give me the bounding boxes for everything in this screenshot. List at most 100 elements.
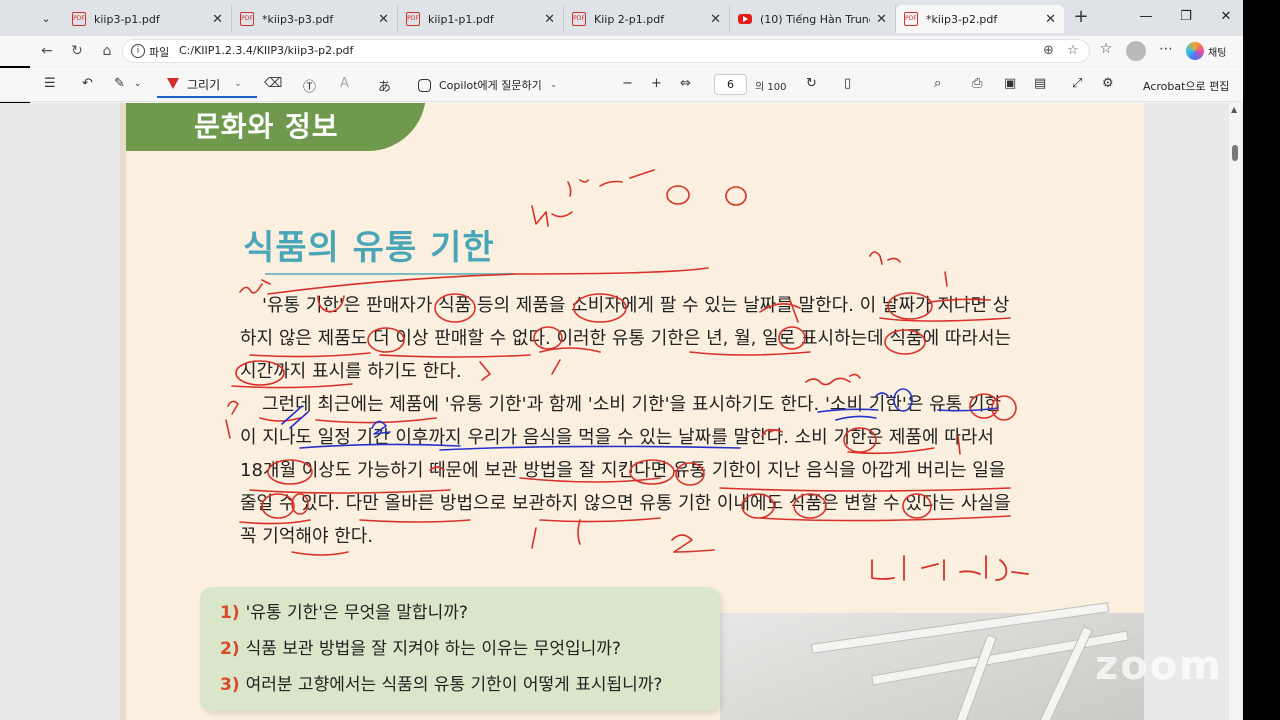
window-close-icon[interactable]: ✕	[1206, 0, 1246, 34]
paragraph-1-text: '유통 기한'은 판매자가 식품 등의 제품을 소비자에게 팔 수 있는 날짜를…	[240, 295, 1012, 382]
read-aloud-icon[interactable]: あ	[378, 76, 391, 95]
pdf-icon: PDF	[406, 12, 420, 26]
pen-icon	[167, 78, 179, 90]
scheme-label: 파일	[149, 46, 170, 59]
rotate-icon[interactable]: ↻	[806, 76, 817, 91]
tab-kiip3-p2-active[interactable]: PDF *kiip3-p2.pdf ✕	[896, 5, 1064, 33]
photo-background	[720, 602, 1144, 720]
scrollbar-thumb[interactable]	[1232, 145, 1238, 161]
save-icon[interactable]: ▣	[1004, 76, 1016, 91]
favorites-list-icon[interactable]: ☆	[1096, 41, 1116, 57]
question-item: 2) 식품 보관 방법을 잘 지켜야 하는 이유는 무엇입니까?	[220, 631, 700, 667]
section-banner: 문화와 정보	[126, 103, 426, 151]
close-icon[interactable]: ✕	[544, 12, 555, 27]
zoom-magnifier-icon[interactable]: ⊕	[1043, 43, 1054, 58]
zoom-watermark: zoom	[1095, 643, 1223, 689]
close-icon[interactable]: ✕	[710, 12, 721, 27]
question-item: 3) 여러분 고향에서는 식품의 유통 기한이 어떻게 표시됩니까?	[220, 667, 700, 703]
fit-width-icon[interactable]: ⇔	[680, 76, 691, 91]
page-view-icon[interactable]: ▯	[844, 76, 851, 91]
question-item: 1) '유통 기한'은 무엇을 말합니까?	[220, 595, 700, 631]
question-text: 여러분 고향에서는 식품의 유통 기한이 어떻게 표시됩니까?	[245, 675, 663, 695]
favorite-star-icon[interactable]: ☆	[1067, 43, 1079, 58]
pdf-icon: PDF	[904, 12, 918, 26]
paragraph-2: 그런데 최근에는 제품에 '유통 기한'과 함께 '소비 기한'을 표시하기도 …	[240, 388, 1016, 553]
contents-list-icon[interactable]: ☰	[44, 76, 56, 91]
pdf-icon: PDF	[72, 12, 86, 26]
chat-label: 채팅	[1208, 47, 1227, 59]
ceiling-beam	[1037, 626, 1093, 720]
close-icon[interactable]: ✕	[876, 12, 887, 27]
ask-copilot-button[interactable]: Copilot에게 질문하기 ⌄	[418, 77, 557, 93]
zoom-out-icon[interactable]: −	[622, 76, 633, 91]
text-box-icon[interactable]: Ⓣ	[303, 76, 316, 95]
zoom-in-icon[interactable]: +	[651, 76, 662, 91]
copilot-icon	[1186, 42, 1204, 60]
eraser-icon[interactable]: ⌫	[264, 76, 282, 91]
search-icon[interactable]: ⌕	[934, 76, 941, 91]
paragraph-2-text: 그런데 최근에는 제품에 '유통 기한'과 함께 '소비 기한'을 표시하기도 …	[240, 394, 1011, 547]
new-tab-plus-icon[interactable]: +	[1070, 6, 1092, 28]
tab-kiip2-p1[interactable]: PDF Kiip 2-p1.pdf ✕	[564, 5, 730, 33]
draw-button[interactable]: 그리기 ⌄	[157, 72, 257, 98]
save-as-icon[interactable]: ▤	[1034, 76, 1046, 91]
close-icon[interactable]: ✕	[1045, 12, 1056, 27]
fullscreen-icon[interactable]: ⤢	[1072, 76, 1082, 91]
home-icon[interactable]: ⌂	[96, 41, 118, 61]
print-icon[interactable]: ⎙	[972, 76, 982, 91]
question-text: 식품 보관 방법을 잘 지켜야 하는 이유는 무엇입니까?	[245, 639, 621, 659]
banner-title: 문화와 정보	[194, 110, 339, 143]
more-menu-icon[interactable]: ⋯	[1156, 41, 1176, 57]
scroll-up-arrow-icon[interactable]: ▲	[1231, 105, 1237, 114]
back-arrow-icon[interactable]: ←	[36, 41, 58, 61]
tab-youtube[interactable]: (10) Tiếng Hàn Trung Cấp ✕	[730, 5, 896, 33]
chevron-down-icon: ⌄	[549, 80, 558, 90]
address-input[interactable]: i 파일 C:/KIIP1.2.3.4/KIIP3/kiip3-p2.pdf ⊕…	[122, 39, 1090, 63]
pdf-icon: PDF	[572, 12, 586, 26]
heading-underline	[265, 273, 515, 275]
chevron-down-icon[interactable]: ⌄	[234, 79, 242, 89]
article-heading: 식품의 유통 기한	[243, 228, 495, 268]
minimize-icon[interactable]: —	[1126, 0, 1166, 34]
discussion-questions-box: 1) '유통 기한'은 무엇을 말합니까? 2) 식품 보관 방법을 잘 지켜야 하…	[200, 587, 720, 711]
reload-icon[interactable]: ↻	[66, 41, 88, 61]
undo-icon[interactable]: ↶	[82, 76, 93, 91]
browser-tab-bar: ⌄ PDF kiip3-p1.pdf ✕ PDF *kiip3-p3.pdf ✕…	[0, 0, 1280, 36]
copilot-outline-icon	[418, 78, 431, 92]
pdf-viewer[interactable]: 문화와 정보 식품의 유통 기한 '유통 기한'은 판매자가 식품 등의 제품을…	[0, 103, 1280, 720]
tab-label: Kiip 2-p1.pdf	[594, 12, 665, 26]
draw-label: 그리기	[187, 77, 221, 92]
highlight-chevron-icon[interactable]: ⌄	[134, 79, 142, 89]
pdf-toolbar: ☰ ↶ ✎ ⌄ 그리기 ⌄ ⌫ Ⓣ A あ Copilot에게 질문하기 ⌄ −…	[0, 68, 1280, 102]
question-number: 3)	[220, 675, 240, 695]
pdf-icon: PDF	[240, 12, 254, 26]
tab-label: kiip3-p1.pdf	[94, 12, 160, 26]
vertical-scrollbar[interactable]: ▲	[1229, 103, 1241, 720]
screen-letterbox-right	[1243, 0, 1280, 720]
settings-gear-icon[interactable]: ⚙	[1102, 76, 1114, 91]
maximize-icon[interactable]: ❐	[1166, 0, 1206, 34]
close-icon[interactable]: ✕	[212, 12, 223, 27]
tab-kiip3-p3[interactable]: PDF *kiip3-p3.pdf ✕	[232, 5, 398, 33]
close-icon[interactable]: ✕	[378, 12, 389, 27]
question-number: 1)	[220, 603, 240, 623]
tab-kiip1-p1[interactable]: PDF kiip1-p1.pdf ✕	[398, 5, 564, 33]
tab-label: (10) Tiếng Hàn Trung Cấp	[760, 12, 870, 26]
paragraph-1: '유통 기한'은 판매자가 식품 등의 제품을 소비자에게 팔 수 있는 날짜를…	[240, 289, 1016, 388]
acrobat-edit-button[interactable]: Acrobat으로 편집	[1143, 78, 1229, 94]
address-bar-row: ← ↻ ⌂ i 파일 C:/KIIP1.2.3.4/KIIP3/kiip3-p2…	[0, 36, 1280, 66]
youtube-icon	[738, 14, 752, 24]
tab-label: *kiip3-p2.pdf	[926, 12, 998, 26]
profile-avatar[interactable]	[1126, 41, 1146, 61]
tab-label: *kiip3-p3.pdf	[262, 12, 334, 26]
page-number-input[interactable]: 6	[714, 74, 747, 95]
page-count: 의 100	[755, 82, 787, 93]
info-icon[interactable]: i	[131, 44, 145, 58]
ask-copilot-label: Copilot에게 질문하기	[439, 79, 542, 92]
tab-kiip3-p1[interactable]: PDF kiip3-p1.pdf ✕	[64, 5, 232, 33]
text-style-icon[interactable]: A	[340, 76, 349, 91]
tab-actions-chevron-icon[interactable]: ⌄	[34, 7, 58, 29]
copilot-chat-button[interactable]: 채팅	[1186, 41, 1226, 61]
url-text: C:/KIIP1.2.3.4/KIIP3/kiip3-p2.pdf	[179, 44, 354, 57]
highlight-icon[interactable]: ✎	[114, 76, 125, 91]
